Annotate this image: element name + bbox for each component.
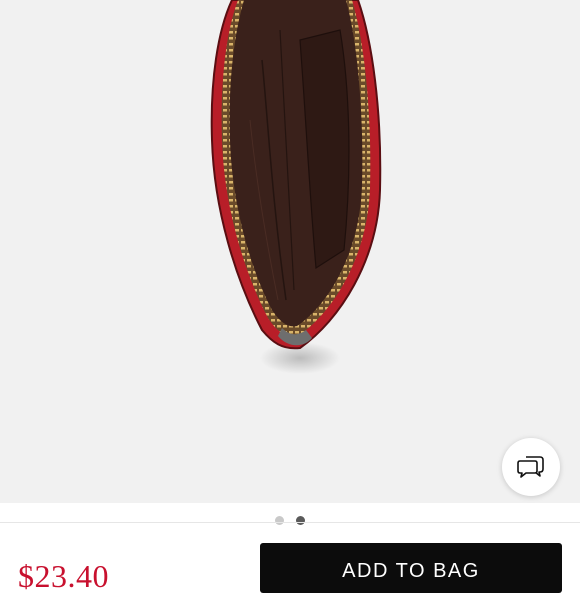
carousel-dot-1[interactable]	[275, 515, 284, 525]
product-image-area[interactable]	[0, 0, 580, 503]
chat-bubbles-icon	[517, 456, 544, 478]
carousel-indicator	[0, 511, 580, 529]
carousel-dot-2-active[interactable]	[296, 515, 305, 525]
chat-button[interactable]	[502, 438, 560, 496]
divider	[0, 522, 580, 523]
product-image	[210, 0, 382, 374]
add-to-bag-button[interactable]: ADD TO BAG	[260, 543, 562, 593]
product-price: $23.40	[18, 558, 109, 594]
